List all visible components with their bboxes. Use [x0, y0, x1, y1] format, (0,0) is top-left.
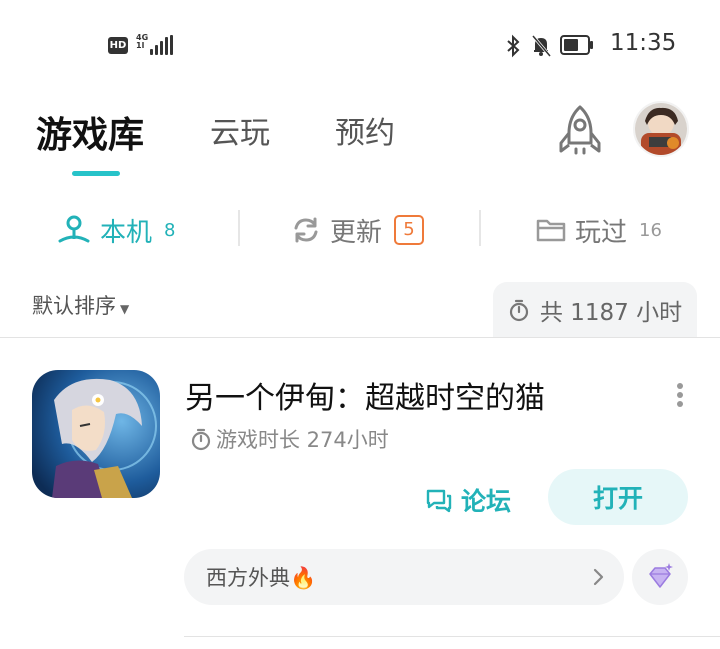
subtab-divider — [479, 210, 481, 246]
stopwatch-icon — [191, 428, 211, 451]
gem-button[interactable] — [632, 549, 688, 605]
tab-reservations[interactable]: 预约 — [335, 108, 395, 152]
stopwatch-icon — [509, 299, 529, 322]
more-options-icon[interactable] — [672, 382, 688, 408]
caret-down-icon: ▼ — [120, 302, 130, 316]
rocket-icon[interactable] — [553, 103, 607, 157]
total-playtime-chip: 共 1187 小时 — [493, 282, 697, 338]
open-game-button[interactable]: 打开 — [548, 469, 688, 525]
forum-button-label: 论坛 — [461, 487, 512, 516]
subtab-local[interactable]: 本机 8 — [56, 210, 175, 250]
subtab-local-count: 8 — [164, 219, 176, 241]
subtab-updates[interactable]: 更新 5 — [290, 210, 425, 250]
folder-icon — [536, 219, 566, 242]
game-icon[interactable] — [32, 370, 160, 498]
game-playtime: 游戏时长 274小时 — [190, 424, 389, 454]
bell-muted-icon — [531, 35, 551, 57]
subtab-played-label: 玩过 — [575, 217, 628, 248]
active-tab-indicator — [72, 171, 120, 176]
refresh-icon — [294, 217, 318, 243]
total-playtime-text: 共 1187 小时 — [539, 300, 683, 326]
subtab-updates-label: 更新 — [330, 217, 383, 248]
clock-time: 11:35 — [610, 30, 677, 56]
battery-icon — [560, 35, 593, 55]
sort-label: 默认排序 — [32, 294, 116, 318]
chevron-right-icon — [593, 568, 604, 586]
subtab-local-label: 本机 — [100, 217, 153, 248]
game-tag-label: 西方外典🔥 — [206, 566, 317, 590]
network-type-label: 4G 1l — [136, 33, 149, 50]
local-device-icon — [58, 215, 90, 243]
hd-voice-icon: HD — [108, 37, 128, 54]
diamond-sparkle-icon — [649, 563, 673, 588]
game-playtime-text: 游戏时长 274小时 — [216, 428, 389, 452]
tab-game-library[interactable]: 游戏库 — [36, 106, 144, 158]
user-avatar[interactable] — [633, 101, 689, 157]
status-bar: HD 4G 1l 11:35 — [0, 0, 720, 92]
game-tag-bar[interactable]: 西方外典🔥 — [184, 549, 624, 605]
bluetooth-icon — [507, 34, 520, 58]
subtab-divider — [238, 210, 240, 246]
subtab-played-count: 16 — [639, 219, 662, 241]
sort-dropdown[interactable]: 默认排序 ▼ — [32, 290, 129, 320]
signal-icon — [150, 35, 174, 55]
subtab-played[interactable]: 玩过 16 — [535, 210, 662, 250]
tab-cloud-play[interactable]: 云玩 — [210, 108, 270, 152]
game-title[interactable]: 另一个伊甸：超越时空的猫 — [185, 373, 545, 417]
card-divider — [184, 636, 720, 637]
chat-bubble-icon — [426, 489, 452, 513]
update-count-badge: 5 — [394, 215, 425, 245]
section-divider — [0, 337, 720, 338]
forum-button[interactable]: 论坛 — [425, 477, 511, 523]
